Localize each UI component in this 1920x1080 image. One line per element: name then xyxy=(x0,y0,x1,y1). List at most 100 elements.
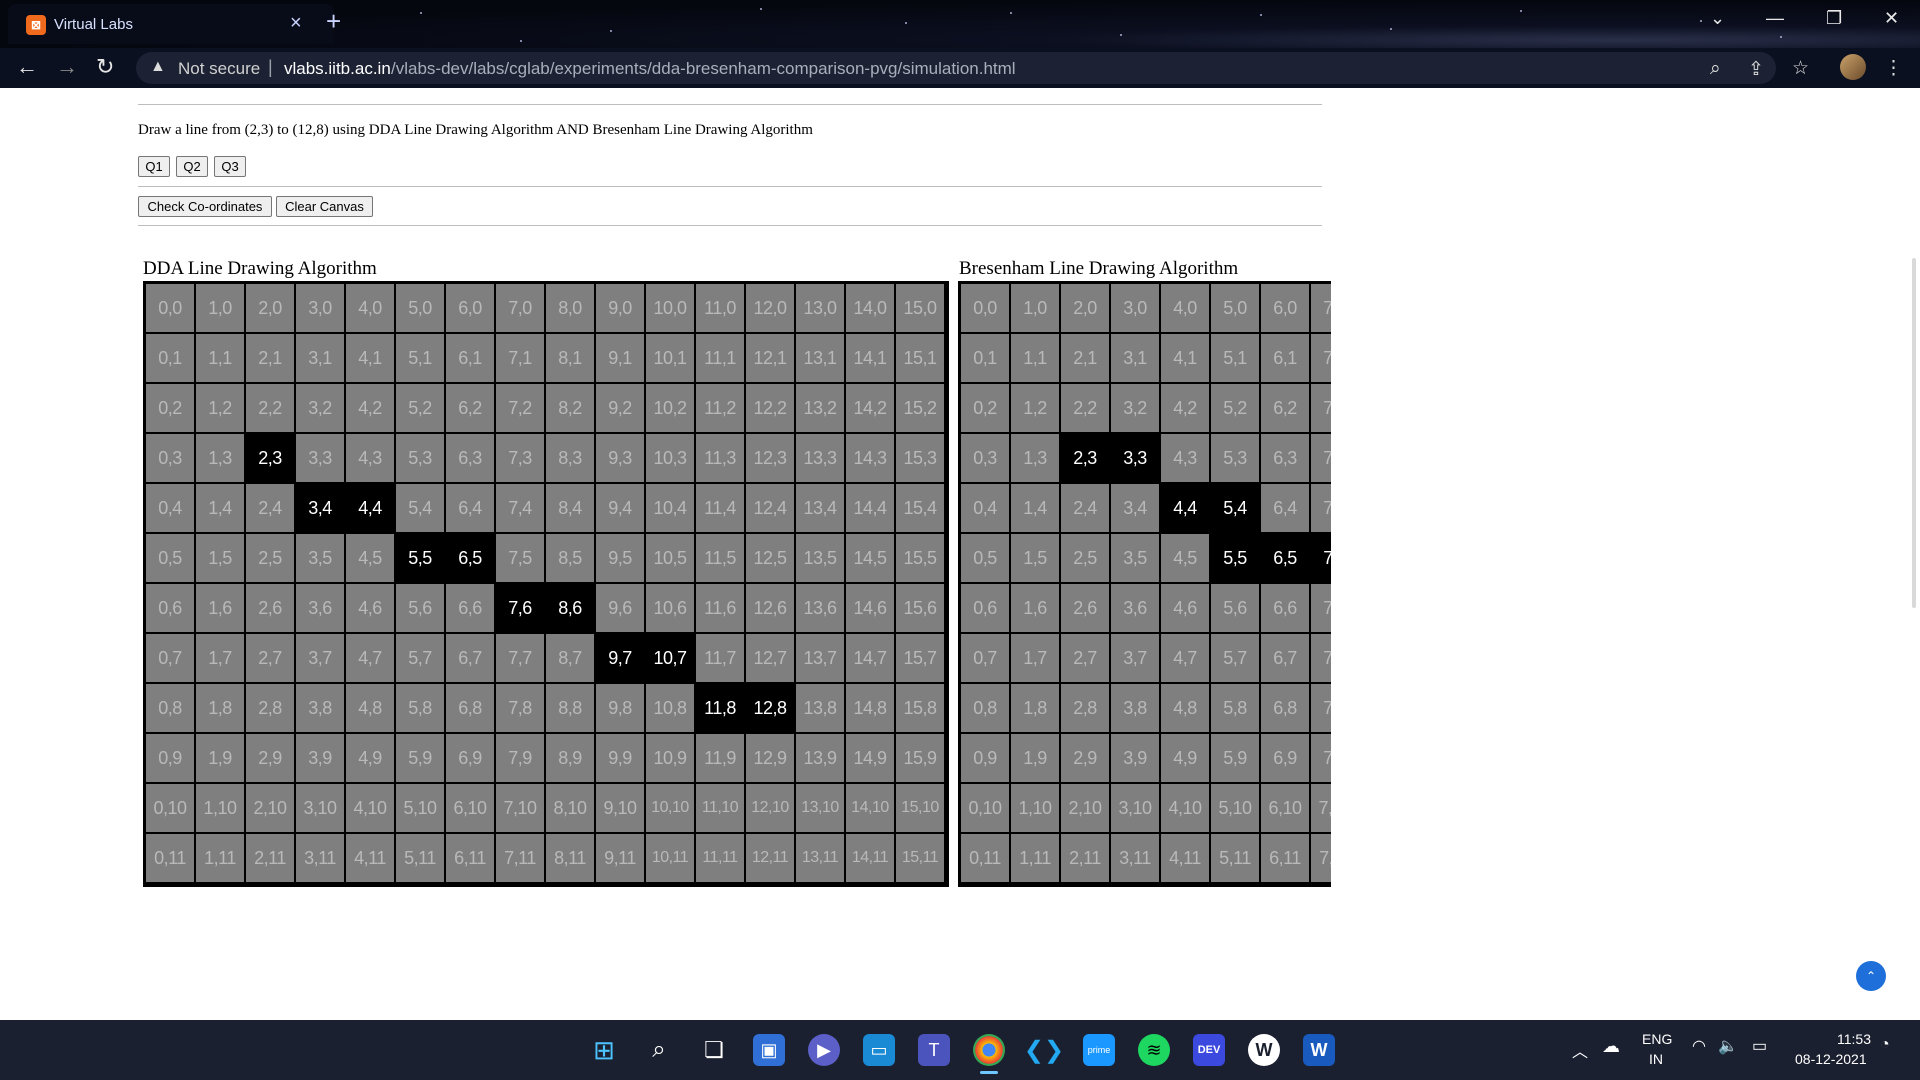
grid-cell[interactable]: 13,1 xyxy=(796,334,844,382)
grid-cell[interactable]: 3,11 xyxy=(296,834,344,882)
grid-cell[interactable]: 8,5 xyxy=(546,534,594,582)
grid-cell[interactable]: 14,11 xyxy=(846,834,894,882)
grid-cell[interactable]: 0,10 xyxy=(146,784,194,832)
grid-cell[interactable]: 7,0 xyxy=(496,284,544,332)
clock-time[interactable]: 11:53 xyxy=(1837,1031,1871,1047)
grid-cell[interactable]: 5,6 xyxy=(396,584,444,632)
grid-cell[interactable]: 4,10 xyxy=(1161,784,1209,832)
grid-cell[interactable]: 8,2 xyxy=(546,384,594,432)
grid-cell[interactable]: 9,4 xyxy=(596,484,644,532)
grid-cell[interactable]: 7,9 xyxy=(1311,734,1331,782)
grid-cell[interactable]: 10,6 xyxy=(646,584,694,632)
grid-cell[interactable]: 2,0 xyxy=(246,284,294,332)
grid-cell[interactable]: 2,11 xyxy=(1061,834,1109,882)
grid-cell[interactable]: 1,4 xyxy=(1011,484,1059,532)
grid-cell[interactable]: 7,7 xyxy=(496,634,544,682)
grid-cell[interactable]: 4,8 xyxy=(346,684,394,732)
minimize-icon[interactable]: — xyxy=(1766,8,1784,29)
grid-cell[interactable]: 14,5 xyxy=(846,534,894,582)
grid-cell[interactable]: 1,9 xyxy=(196,734,244,782)
grid-cell[interactable]: 2,3 xyxy=(1061,434,1109,482)
grid-cell[interactable]: 11,0 xyxy=(696,284,744,332)
grid-cell[interactable]: 5,8 xyxy=(396,684,444,732)
grid-cell[interactable]: 7,3 xyxy=(496,434,544,482)
grid-cell[interactable]: 10,2 xyxy=(646,384,694,432)
grid-cell[interactable]: 8,3 xyxy=(546,434,594,482)
grid-cell[interactable]: 10,9 xyxy=(646,734,694,782)
grid-cell[interactable]: 15,4 xyxy=(896,484,944,532)
grid-cell[interactable]: 3,8 xyxy=(1111,684,1159,732)
grid-cell[interactable]: 5,7 xyxy=(1211,634,1259,682)
grid-cell[interactable]: 2,5 xyxy=(246,534,294,582)
grid-cell[interactable]: 7,11 xyxy=(1311,834,1331,882)
grid-cell[interactable]: 12,4 xyxy=(746,484,794,532)
grid-cell[interactable]: 1,0 xyxy=(196,284,244,332)
grid-cell[interactable]: 3,2 xyxy=(1111,384,1159,432)
grid-cell[interactable]: 12,9 xyxy=(746,734,794,782)
grid-cell[interactable]: 6,2 xyxy=(446,384,494,432)
q2-button[interactable]: Q2 xyxy=(176,156,208,177)
grid-cell[interactable]: 1,6 xyxy=(1011,584,1059,632)
grid-cell[interactable]: 13,2 xyxy=(796,384,844,432)
grid-cell[interactable]: 3,4 xyxy=(1111,484,1159,532)
grid-cell[interactable]: 5,3 xyxy=(396,434,444,482)
grid-cell[interactable]: 13,0 xyxy=(796,284,844,332)
grid-cell[interactable]: 11,7 xyxy=(696,634,744,682)
grid-cell[interactable]: 6,9 xyxy=(446,734,494,782)
grid-cell[interactable]: 10,4 xyxy=(646,484,694,532)
grid-cell[interactable]: 12,3 xyxy=(746,434,794,482)
grid-cell[interactable]: 4,1 xyxy=(1161,334,1209,382)
grid-cell[interactable]: 14,0 xyxy=(846,284,894,332)
grid-cell[interactable]: 11,5 xyxy=(696,534,744,582)
grid-cell[interactable]: 5,10 xyxy=(1211,784,1259,832)
grid-cell[interactable]: 1,0 xyxy=(1011,284,1059,332)
onedrive-icon[interactable]: ☁ xyxy=(1602,1036,1620,1057)
grid-cell[interactable]: 7,10 xyxy=(496,784,544,832)
grid-cell[interactable]: 9,2 xyxy=(596,384,644,432)
grid-cell[interactable]: 0,3 xyxy=(961,434,1009,482)
grid-cell[interactable]: 14,6 xyxy=(846,584,894,632)
widgets-icon[interactable]: ▣ xyxy=(753,1034,785,1066)
close-window-icon[interactable]: ✕ xyxy=(1884,8,1899,29)
grid-cell[interactable]: 1,5 xyxy=(1011,534,1059,582)
grid-cell[interactable]: 2,7 xyxy=(246,634,294,682)
grid-cell[interactable]: 2,2 xyxy=(246,384,294,432)
desktop-icon[interactable]: ▭ xyxy=(863,1034,895,1066)
grid-cell[interactable]: 7,2 xyxy=(496,384,544,432)
grid-cell[interactable]: 0,2 xyxy=(961,384,1009,432)
not-secure-label[interactable]: Not secure xyxy=(178,59,260,79)
chrome-icon[interactable] xyxy=(973,1034,1005,1066)
chat-icon[interactable]: ▶ xyxy=(808,1034,840,1066)
profile-avatar[interactable] xyxy=(1840,54,1866,80)
grid-cell[interactable]: 11,6 xyxy=(696,584,744,632)
grid-cell[interactable]: 0,9 xyxy=(961,734,1009,782)
grid-cell[interactable]: 1,10 xyxy=(1011,784,1059,832)
grid-cell[interactable]: 11,4 xyxy=(696,484,744,532)
grid-cell[interactable]: 1,7 xyxy=(196,634,244,682)
vscode-icon[interactable]: ❮❯ xyxy=(1024,1034,1064,1066)
grid-cell[interactable]: 8,7 xyxy=(546,634,594,682)
grid-cell[interactable]: 12,6 xyxy=(746,584,794,632)
grid-cell[interactable]: 11,8 xyxy=(696,684,744,732)
grid-cell[interactable]: 4,3 xyxy=(346,434,394,482)
grid-cell[interactable]: 7,4 xyxy=(496,484,544,532)
grid-cell[interactable]: 7,8 xyxy=(496,684,544,732)
grid-cell[interactable]: 9,8 xyxy=(596,684,644,732)
url-host[interactable]: vlabs.iitb.ac.in xyxy=(284,59,391,79)
grid-cell[interactable]: 14,2 xyxy=(846,384,894,432)
reload-icon[interactable]: ↻ xyxy=(96,54,114,80)
grid-cell[interactable]: 4,0 xyxy=(346,284,394,332)
grid-cell[interactable]: 0,1 xyxy=(146,334,194,382)
grid-cell[interactable]: 15,2 xyxy=(896,384,944,432)
grid-cell[interactable]: 11,1 xyxy=(696,334,744,382)
grid-cell[interactable]: 9,5 xyxy=(596,534,644,582)
grid-cell[interactable]: 0,7 xyxy=(146,634,194,682)
share-icon[interactable]: ⇪ xyxy=(1748,58,1764,81)
grid-cell[interactable]: 7,0 xyxy=(1311,284,1331,332)
grid-cell[interactable]: 14,3 xyxy=(846,434,894,482)
grid-cell[interactable]: 13,9 xyxy=(796,734,844,782)
grid-cell[interactable]: 5,0 xyxy=(396,284,444,332)
volume-icon[interactable]: 🔈 xyxy=(1718,1036,1738,1056)
grid-cell[interactable]: 1,2 xyxy=(1011,384,1059,432)
grid-cell[interactable]: 1,11 xyxy=(196,834,244,882)
